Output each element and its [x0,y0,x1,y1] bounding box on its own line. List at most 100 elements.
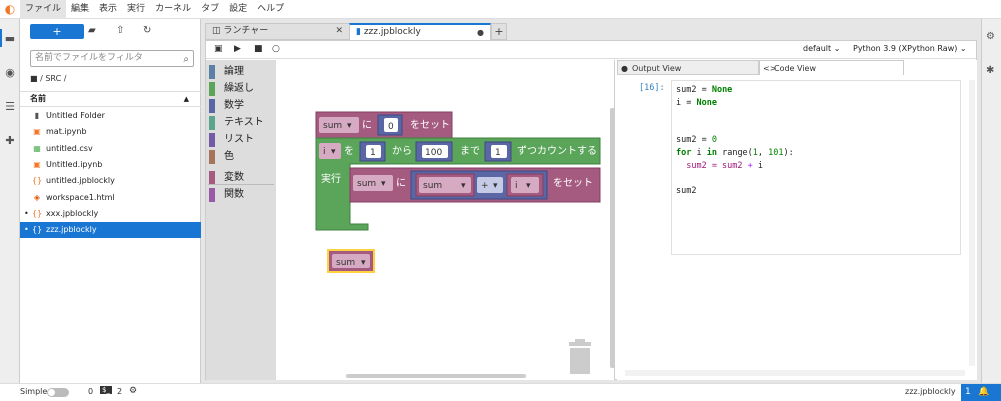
file-filter-input[interactable]: 名前でファイルをフィルタ ⌕ [30,50,194,67]
extension-icon[interactable]: ✚ [3,133,17,147]
toc-icon[interactable]: ☰ [3,99,17,113]
block-text-kara: から [392,145,412,157]
upload-icon[interactable]: ⇧ [116,25,124,36]
operator-field-text: + [481,181,489,191]
block-text-do: 実行 [321,172,341,185]
blocks-canvas[interactable]: sum ▾ に 0 をセット i ▾ を 1 から 100 まで 1 ずつカウン… [206,60,615,380]
column-header-name[interactable]: 名前 ▲ [20,91,201,107]
left-activity-bar: ▬ ◉ ☰ ✚ [0,19,20,383]
file-name: untitled.jpblockly [46,176,115,186]
code-token: 101 [768,147,784,158]
tab-code-view[interactable]: <> Code View [759,60,904,75]
current-file-label: zzz.jpblockly [905,387,956,396]
new-folder-icon[interactable]: ▰ [88,25,96,36]
menu-edit[interactable]: 編集 [66,0,94,19]
dropdown-arrow-icon: ▾ [381,179,386,189]
debugger-icon[interactable]: ✱ [986,65,994,76]
property-inspector-icon[interactable]: ⚙ [986,31,995,42]
file-row[interactable]: ▣ Untitled.ipynb [20,157,201,173]
code-token: i [752,160,764,171]
block-text-set: をセット [410,119,450,131]
code-scrollbar[interactable] [969,80,975,366]
active-indicator [0,29,2,47]
menu-view[interactable]: 表示 [94,0,122,19]
vertical-scrollbar[interactable] [610,108,615,368]
code-token: 0 [711,135,717,146]
code-token: for [676,147,692,158]
file-row[interactable]: •{} zzz.jpblockly [20,222,201,239]
right-sidebar: ⚙ ✱ [981,19,1001,383]
code-icon: <> [763,64,777,73]
new-tab-button[interactable]: + [491,23,507,40]
kernel-status-icon: ○ [272,44,280,54]
breadcrumb[interactable]: ■ / SRC / [30,74,66,83]
running-icon[interactable]: ◉ [3,65,17,79]
by-field-text: 1 [495,148,501,158]
horizontal-scrollbar[interactable] [346,374,526,378]
file-row[interactable]: ▦ untitled.csv [20,141,201,157]
menu-run[interactable]: 実行 [122,0,150,19]
menu-kernel[interactable]: カーネル [150,0,196,19]
tab-launcher[interactable]: ◫ ランチャー ✕ [205,23,350,40]
file-name: xxx.jpblockly [46,208,99,218]
simple-mode-toggle[interactable] [47,388,69,397]
trash-icon[interactable] [569,339,591,374]
file-row[interactable]: ▮ Untitled Folder [20,108,201,124]
code-line: sum2 = 0 [676,134,956,147]
code-token: sum2 = [676,135,712,146]
terminal-count[interactable]: 2 [117,387,122,396]
bell-icon: 🔔 [978,387,990,397]
block-text-ni: に [362,119,372,131]
tab-output-view[interactable]: ● Output View [617,60,759,75]
main-area: ◫ ランチャー ✕ ▮ zzz.jpblockly ● + ▣ ▶ ■ ○ de… [201,19,981,383]
launcher-icon: ◫ [212,26,221,36]
running-dot-icon: • [24,208,29,218]
unsaved-dot-icon[interactable]: ● [477,25,484,40]
kernel-select[interactable]: Python 3.9 (XPython Raw) ⌄ [853,44,967,53]
tab-zzz-jpblockly[interactable]: ▮ zzz.jpblockly ● [349,23,491,41]
code-token: i [691,147,707,158]
file-row[interactable]: ◈ workspace1.html [20,190,201,206]
running-dot-icon: • [24,225,29,235]
stop-icon[interactable]: ■ [254,44,263,54]
code-token: range( [716,147,753,158]
new-launcher-button[interactable]: + [30,24,84,39]
menu-file[interactable]: ファイル [20,0,67,19]
notebook-toolbar: ▣ ▶ ■ ○ default ⌄ Python 3.9 (XPython Ra… [206,41,976,59]
code-line: sum2 [676,185,956,198]
code-token: sum2 [676,185,697,196]
run-icon[interactable]: ▶ [234,44,241,54]
close-icon[interactable]: ✕ [335,24,343,39]
home-folder-icon[interactable]: ■ [30,74,38,83]
folder-icon: ▮ [34,111,40,120]
code-hscrollbar[interactable] [625,370,965,376]
notification-button[interactable]: 1 🔔 [961,384,1001,401]
settings-gear-icon[interactable]: ⚙ [129,386,137,396]
folder-icon[interactable]: ▬ [3,31,17,45]
file-row[interactable]: •{} xxx.jpblockly [20,206,201,222]
file-row[interactable]: {} untitled.jpblockly [20,173,201,189]
terminal-icon: $_ [100,386,112,394]
file-row[interactable]: ▣ mat.ipynb [20,124,201,140]
csv-icon: ▦ [33,143,41,153]
status-bar: Simple 0 $_ 2 ⚙ zzz.jpblockly 1 🔔 [0,383,1001,401]
blockly-workspace[interactable]: 論理 繰返し 数学 テキスト リスト色変数 関数 sum ▾ に 0 をセット i ▾ [206,60,615,380]
refresh-icon[interactable]: ↻ [143,25,151,36]
dropdown-arrow-icon: ▾ [347,121,352,131]
cell-type-select[interactable]: default ⌄ [803,44,840,53]
code-token: in [706,147,717,158]
kernel-count[interactable]: 0 [88,387,93,396]
menu-help[interactable]: ヘルプ [252,0,289,19]
save-icon[interactable]: ▣ [214,44,223,54]
code-line: sum2 = None [676,84,956,97]
menu-tabs[interactable]: タブ [196,0,224,19]
code-line: for i in range(1, 101): [676,147,956,160]
notebook-icon: ▣ [33,127,41,137]
block-text-wo: を [344,145,354,157]
menu-settings[interactable]: 設定 [224,0,252,19]
file-name: mat.ipynb [46,127,87,137]
to-field-text: 100 [425,148,442,158]
block-text-set-2: をセット [553,177,593,189]
